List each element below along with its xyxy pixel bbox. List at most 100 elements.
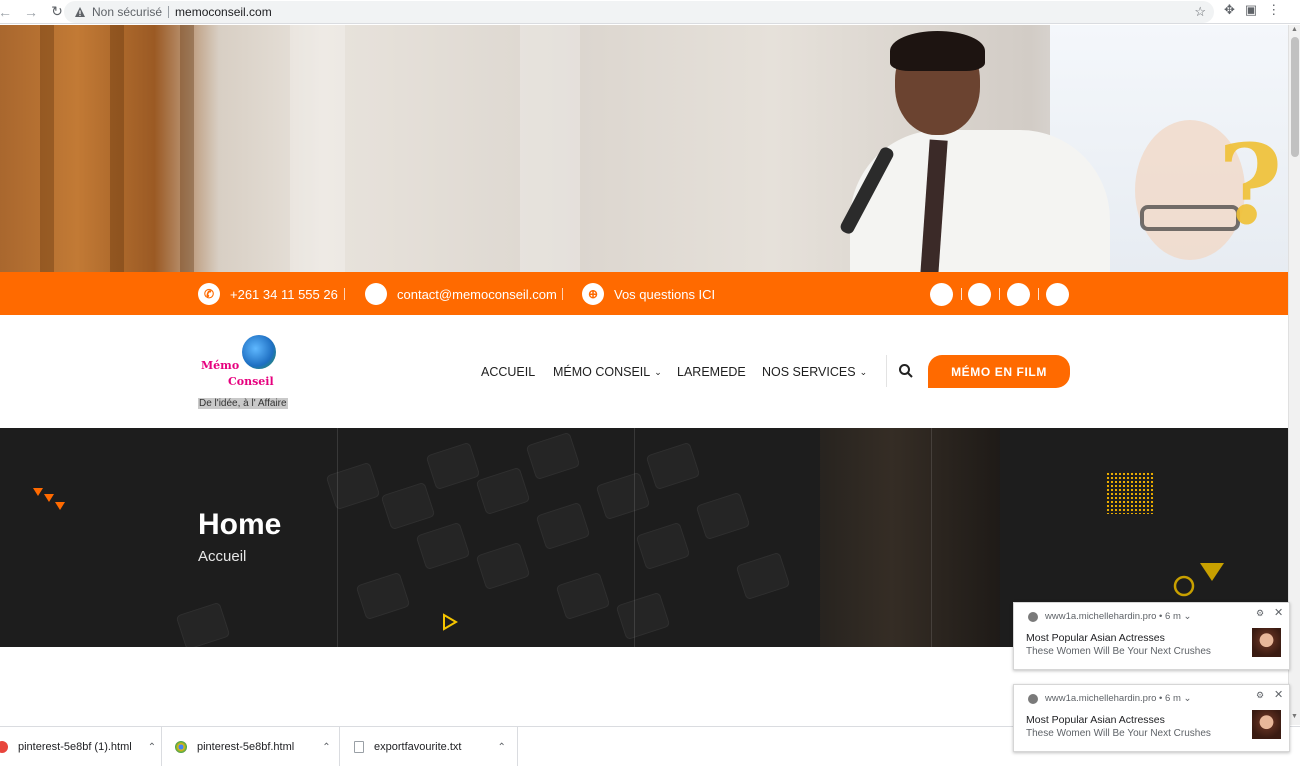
close-icon[interactable]: ✕ xyxy=(1274,606,1283,619)
keyboard-key xyxy=(535,501,591,551)
chevron-down-icon: ⌄ xyxy=(859,366,868,377)
nav-item-laremede[interactable]: LAREMEDE xyxy=(677,365,746,379)
browser-menu-icon[interactable]: ⋮ xyxy=(1267,2,1280,18)
chevron-up-icon[interactable]: ⌃ xyxy=(497,742,505,753)
push-notification[interactable]: www1a.michellehardin.pro • 6 m ⌄ ⚙ ✕ Mos… xyxy=(1013,684,1290,752)
circle-triangle-icon xyxy=(1173,563,1224,597)
nav-item-label: NOS SERVICES xyxy=(762,365,856,379)
gear-icon[interactable]: ⚙ xyxy=(1256,690,1264,701)
contact-divider xyxy=(562,288,563,300)
keyboard-key xyxy=(555,571,611,621)
chevron-down-icon: ⌄ xyxy=(654,366,662,377)
wall-panel xyxy=(290,25,345,272)
banner-divider-line xyxy=(931,428,932,647)
contact-bar: ✆ +261 34 11 555 26 contact@memoconseil.… xyxy=(0,272,1288,315)
close-icon[interactable]: ✕ xyxy=(1274,688,1283,701)
notification-domain: www1a.michellehardin.pro xyxy=(1045,693,1157,704)
browser-toolbar: ← → ↻ Non sécurisé memoconseil.com ☆ ✥ ▣… xyxy=(0,0,1300,24)
scroll-thumb[interactable] xyxy=(1291,37,1299,157)
nav-item-nos-services[interactable]: NOS SERVICES ⌄ xyxy=(762,365,867,379)
notification-time: 6 m xyxy=(1165,693,1181,704)
facebook-icon[interactable] xyxy=(930,283,953,306)
bookmark-star-icon[interactable]: ☆ xyxy=(1194,4,1206,20)
gear-icon[interactable]: ⚙ xyxy=(1256,608,1264,619)
question-mark-graphic: ? xyxy=(1218,120,1283,249)
extension-icon[interactable]: ▣ xyxy=(1245,2,1257,18)
notification-time: 6 m xyxy=(1165,611,1181,622)
keyboard-key xyxy=(175,601,231,647)
notification-source: www1a.michellehardin.pro • 6 m ⌄ xyxy=(1045,611,1192,622)
twitter-icon[interactable] xyxy=(968,283,991,306)
notification-title: Most Popular Asian Actresses xyxy=(1026,714,1165,726)
phone-contact[interactable]: ✆ +261 34 11 555 26 xyxy=(198,283,338,305)
keyboard-key xyxy=(415,521,471,571)
questions-link[interactable]: ⊕ Vos questions ICI xyxy=(582,283,715,305)
address-bar[interactable]: Non sécurisé memoconseil.com ☆ xyxy=(64,1,1214,23)
scroll-up-icon[interactable]: ▲ xyxy=(1291,26,1298,33)
notification-thumbnail xyxy=(1252,710,1281,739)
download-item[interactable]: pinterest-5e8bf (1).html ⌃ xyxy=(0,727,162,766)
nav-item-label: MÉMO CONSEIL xyxy=(553,365,651,379)
contact-divider xyxy=(344,288,345,300)
mail-icon xyxy=(365,283,387,305)
download-filename: pinterest-5e8bf (1).html xyxy=(18,741,132,753)
notification-thumbnail xyxy=(1252,628,1281,657)
email-contact[interactable]: contact@memoconseil.com xyxy=(365,283,557,305)
keyboard-key xyxy=(735,551,791,601)
keyboard-key xyxy=(425,441,481,491)
youtube-icon[interactable] xyxy=(1046,283,1069,306)
chevron-up-icon[interactable]: ⌃ xyxy=(148,742,156,753)
phone-number[interactable]: +261 34 11 555 26 xyxy=(230,287,338,302)
url-text[interactable]: memoconseil.com xyxy=(175,5,272,19)
hammer-graphic xyxy=(820,428,1000,647)
security-label: Non sécurisé xyxy=(92,5,163,19)
search-zoom-icon: ⊕ xyxy=(582,283,604,305)
download-filename: exportfavourite.txt xyxy=(374,741,462,753)
forward-arrow-icon[interactable]: → xyxy=(20,1,42,23)
keyboard-key xyxy=(595,471,651,521)
keyboard-key xyxy=(695,491,751,541)
notification-title: Most Popular Asian Actresses xyxy=(1026,632,1165,644)
linkedin-icon[interactable] xyxy=(1007,283,1030,306)
back-arrow-icon[interactable]: ← xyxy=(0,1,16,23)
keyboard-key xyxy=(635,521,691,571)
chrome-file-icon xyxy=(175,741,187,753)
chrome-icon xyxy=(1028,612,1038,622)
memo-en-film-button[interactable]: MÉMO EN FILM xyxy=(928,355,1070,388)
site-logo[interactable]: Mémo Conseil De l'idée, à l' Affaire xyxy=(198,335,288,413)
dot-pattern xyxy=(1106,472,1154,514)
banner-divider-line xyxy=(634,428,635,647)
warning-icon xyxy=(75,7,85,17)
keyboard-key xyxy=(615,591,671,641)
nav-item-label: ACCUEIL xyxy=(481,365,536,379)
nav-item-accueil[interactable]: ACCUEIL xyxy=(481,365,535,379)
questions-label[interactable]: Vos questions ICI xyxy=(614,287,715,302)
text-file-icon xyxy=(354,741,364,753)
notification-domain: www1a.michellehardin.pro xyxy=(1045,611,1157,622)
email-address[interactable]: contact@memoconseil.com xyxy=(397,287,557,302)
search-icon[interactable] xyxy=(898,363,914,379)
logo-globe-icon xyxy=(242,335,276,369)
omnibox-divider xyxy=(168,6,170,18)
push-notification[interactable]: www1a.michellehardin.pro • 6 m ⌄ ⚙ ✕ Mos… xyxy=(1013,602,1290,670)
download-item[interactable]: pinterest-5e8bf.html ⌃ xyxy=(162,727,340,766)
keyboard-key xyxy=(355,571,411,621)
social-divider xyxy=(999,288,1000,300)
nav-item-memo-conseil[interactable]: MÉMO CONSEIL ⌄ xyxy=(553,365,662,379)
puzzle-extension-icon[interactable]: ✥ xyxy=(1224,2,1235,18)
banner-divider-line xyxy=(337,428,338,647)
social-divider xyxy=(961,288,962,300)
notification-body: These Women Will Be Your Next Crushes xyxy=(1026,646,1211,657)
chevron-up-icon[interactable]: ⌃ xyxy=(322,742,330,753)
curtain-fold xyxy=(110,25,124,272)
breadcrumb[interactable]: Accueil xyxy=(198,548,246,565)
curtain-fold xyxy=(40,25,54,272)
notification-body: These Women Will Be Your Next Crushes xyxy=(1026,728,1211,739)
keyboard-key xyxy=(645,441,701,491)
keyboard-key xyxy=(525,431,581,481)
scroll-down-icon[interactable]: ▼ xyxy=(1291,713,1298,720)
download-item[interactable]: exportfavourite.txt ⌃ xyxy=(340,727,518,766)
page-title: Home xyxy=(198,508,282,541)
logo-memo-text: Mémo xyxy=(201,359,240,372)
keyboard-key xyxy=(475,541,531,591)
